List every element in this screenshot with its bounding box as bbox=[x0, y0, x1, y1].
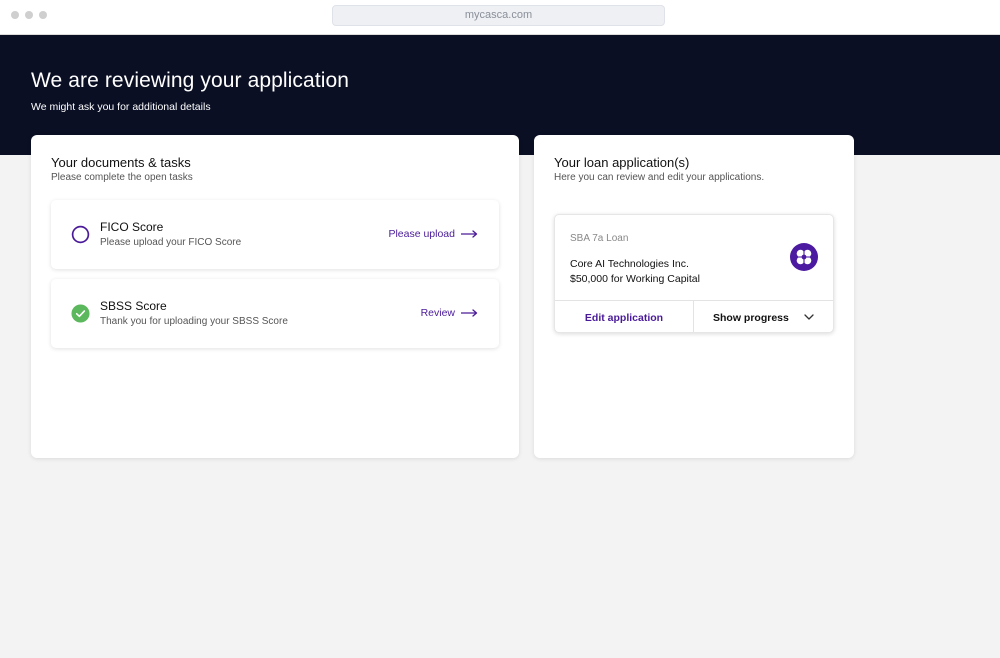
clover-logo bbox=[790, 243, 818, 271]
page-subtitle: We might ask you for additional details bbox=[31, 101, 211, 113]
loans-subtitle: Here you can review and edit your applic… bbox=[554, 172, 765, 183]
url-bar[interactable]: mycasca.com bbox=[332, 5, 665, 26]
window-controls bbox=[11, 11, 47, 19]
chevron-down-icon bbox=[804, 314, 814, 320]
page-title: We are reviewing your application bbox=[31, 69, 350, 92]
empty-circle-icon bbox=[71, 225, 90, 244]
task-fico-score[interactable]: FICO Score Please upload your FICO Score… bbox=[51, 200, 499, 269]
review-link[interactable]: Review bbox=[421, 307, 478, 319]
task-action-label: Review bbox=[420, 307, 455, 319]
loan-application-item: SBA 7a Loan Core AI Technologies Inc. $5… bbox=[554, 214, 834, 333]
please-upload-link[interactable]: Please upload bbox=[388, 228, 478, 240]
task-title: SBSS Score bbox=[100, 299, 167, 313]
browser-bar: mycasca.com bbox=[0, 0, 1000, 35]
task-description: Thank you for uploading your SBSS Score bbox=[100, 316, 288, 327]
documents-card: Your documents & tasks Please complete t… bbox=[31, 135, 519, 458]
window-close-dot[interactable] bbox=[11, 11, 19, 19]
loans-title: Your loan application(s) bbox=[554, 155, 690, 170]
show-progress-label: Show progress bbox=[713, 311, 789, 324]
window-minimize-dot[interactable] bbox=[25, 11, 33, 19]
task-title: FICO Score bbox=[100, 220, 164, 234]
documents-title: Your documents & tasks bbox=[51, 155, 191, 170]
loan-amount: $50,000 for Working Capital bbox=[570, 273, 700, 285]
check-circle-icon bbox=[71, 304, 90, 323]
arrow-right-icon bbox=[461, 309, 478, 317]
task-action-label: Please upload bbox=[388, 228, 455, 240]
window-maximize-dot[interactable] bbox=[39, 11, 47, 19]
loan-company: Core AI Technologies Inc. bbox=[570, 258, 689, 270]
documents-subtitle: Please complete the open tasks bbox=[51, 172, 193, 183]
loan-applications-card: Your loan application(s) Here you can re… bbox=[534, 135, 854, 458]
loan-type: SBA 7a Loan bbox=[570, 233, 629, 244]
show-progress-button[interactable]: Show progress bbox=[694, 301, 833, 332]
loan-actions: Edit application Show progress bbox=[555, 300, 833, 332]
task-description: Please upload your FICO Score bbox=[100, 237, 242, 248]
edit-application-button[interactable]: Edit application bbox=[555, 301, 694, 332]
arrow-right-icon bbox=[461, 230, 478, 238]
task-sbss-score[interactable]: SBSS Score Thank you for uploading your … bbox=[51, 279, 499, 348]
